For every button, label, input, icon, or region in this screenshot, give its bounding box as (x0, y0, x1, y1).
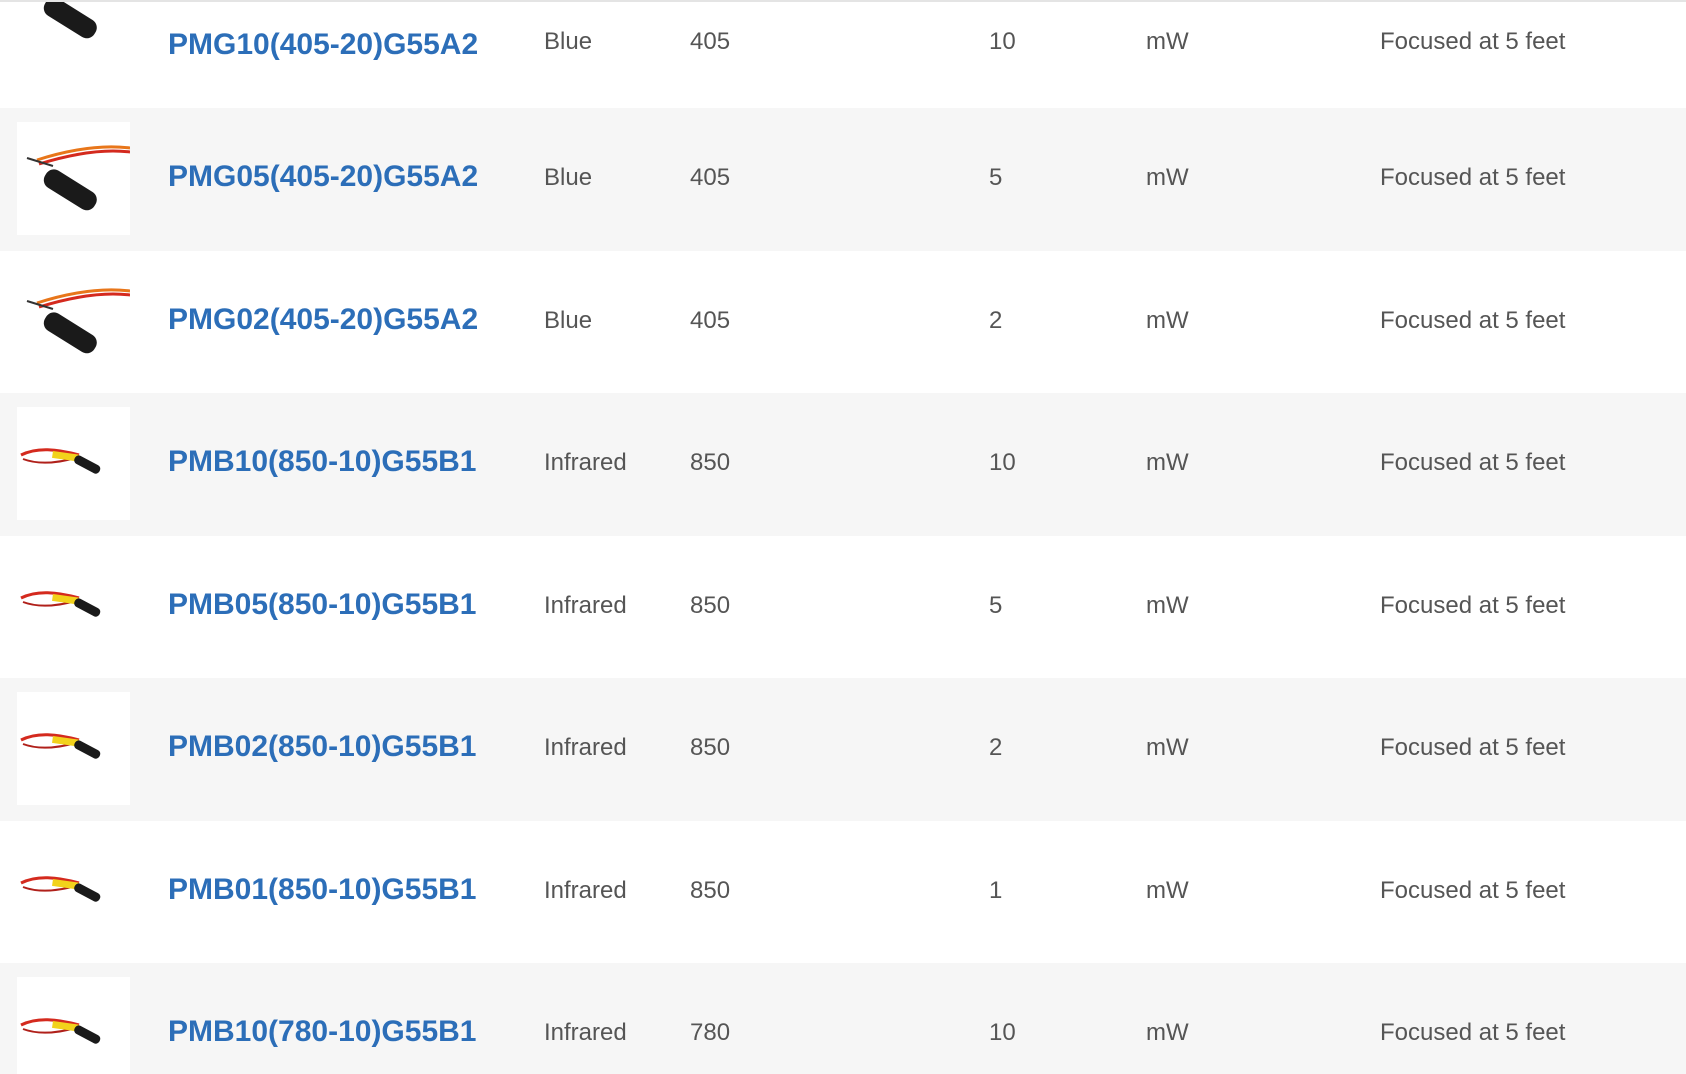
wavelength-cell: 405 (690, 164, 731, 191)
table-row: PMG02(405-20)G55A2 Blue 405 2 mW Focused… (0, 250, 1686, 393)
wavelength-cell: 405 (690, 306, 731, 334)
power-cell: 10 (989, 28, 1016, 55)
infrared-laser-module-icon[interactable] (17, 407, 130, 520)
focus-cell: Focused at 5 feet (1380, 449, 1566, 476)
unit-cell: mW (1146, 734, 1189, 761)
table-row: PMG05(405-20)G55A2 Blue 405 5 mW Focused… (0, 108, 1686, 251)
color-cell: Blue (544, 28, 593, 55)
focus-cell: Focused at 5 feet (1380, 306, 1566, 334)
color-cell: Infrared (544, 734, 627, 761)
part-number-link[interactable]: PMG05(405-20)G55A2 (168, 160, 478, 194)
part-number-link[interactable]: PMB10(780-10)G55B1 (168, 1015, 476, 1049)
table-row: PMB05(850-10)G55B1 Infrared 850 5 mW Foc… (0, 535, 1686, 678)
part-number-link[interactable]: PMB05(850-10)G55B1 (168, 588, 476, 622)
wavelength-cell: 850 (690, 449, 731, 476)
color-cell: Infrared (544, 591, 627, 619)
power-cell: 10 (989, 1019, 1016, 1046)
wavelength-cell: 850 (690, 734, 731, 761)
unit-cell: mW (1146, 449, 1189, 476)
unit-cell: mW (1146, 28, 1189, 55)
focus-cell: Focused at 5 feet (1380, 28, 1566, 55)
unit-cell: mW (1146, 591, 1189, 619)
table-row: PMG10(405-20)G55A2 Blue 405 10 mW Focuse… (0, 2, 1686, 108)
infrared-laser-module-icon[interactable] (17, 549, 130, 663)
infrared-laser-module-icon[interactable] (17, 834, 130, 948)
color-cell: Infrared (544, 449, 627, 476)
power-cell: 1 (989, 876, 1003, 904)
infrared-laser-module-icon[interactable] (17, 692, 130, 805)
part-number-link[interactable]: PMB01(850-10)G55B1 (168, 873, 476, 907)
blue-laser-module-icon[interactable] (17, 264, 130, 378)
power-cell: 2 (989, 734, 1003, 761)
color-cell: Blue (544, 164, 593, 191)
table-row: PMB10(780-10)G55B1 Infrared 780 10 mW Fo… (0, 963, 1686, 1074)
power-cell: 5 (989, 591, 1003, 619)
focus-cell: Focused at 5 feet (1380, 1019, 1566, 1046)
part-number-link[interactable]: PMG02(405-20)G55A2 (168, 303, 478, 337)
unit-cell: mW (1146, 1019, 1189, 1046)
wavelength-cell: 405 (690, 28, 731, 55)
infrared-laser-module-icon[interactable] (17, 977, 130, 1074)
unit-cell: mW (1146, 876, 1189, 904)
unit-cell: mW (1146, 164, 1189, 191)
table-row: PMB01(850-10)G55B1 Infrared 850 1 mW Foc… (0, 820, 1686, 963)
color-cell: Blue (544, 306, 593, 334)
color-cell: Infrared (544, 1019, 627, 1046)
blue-laser-module-icon[interactable] (17, 2, 130, 63)
focus-cell: Focused at 5 feet (1380, 591, 1566, 619)
part-number-link[interactable]: PMB02(850-10)G55B1 (168, 730, 476, 764)
wavelength-cell: 850 (690, 876, 731, 904)
part-number-link[interactable]: PMG10(405-20)G55A2 (168, 28, 478, 62)
focus-cell: Focused at 5 feet (1380, 164, 1566, 191)
table-row: PMB10(850-10)G55B1 Infrared 850 10 mW Fo… (0, 393, 1686, 536)
focus-cell: Focused at 5 feet (1380, 876, 1566, 904)
table-row: PMB02(850-10)G55B1 Infrared 850 2 mW Foc… (0, 678, 1686, 821)
unit-cell: mW (1146, 306, 1189, 334)
product-table: PMG10(405-20)G55A2 Blue 405 10 mW Focuse… (0, 0, 1686, 1074)
power-cell: 5 (989, 164, 1003, 191)
power-cell: 2 (989, 306, 1003, 334)
power-cell: 10 (989, 449, 1016, 476)
wavelength-cell: 780 (690, 1019, 731, 1046)
wavelength-cell: 850 (690, 591, 731, 619)
blue-laser-module-icon[interactable] (17, 122, 130, 235)
color-cell: Infrared (544, 876, 627, 904)
part-number-link[interactable]: PMB10(850-10)G55B1 (168, 445, 476, 479)
focus-cell: Focused at 5 feet (1380, 734, 1566, 761)
